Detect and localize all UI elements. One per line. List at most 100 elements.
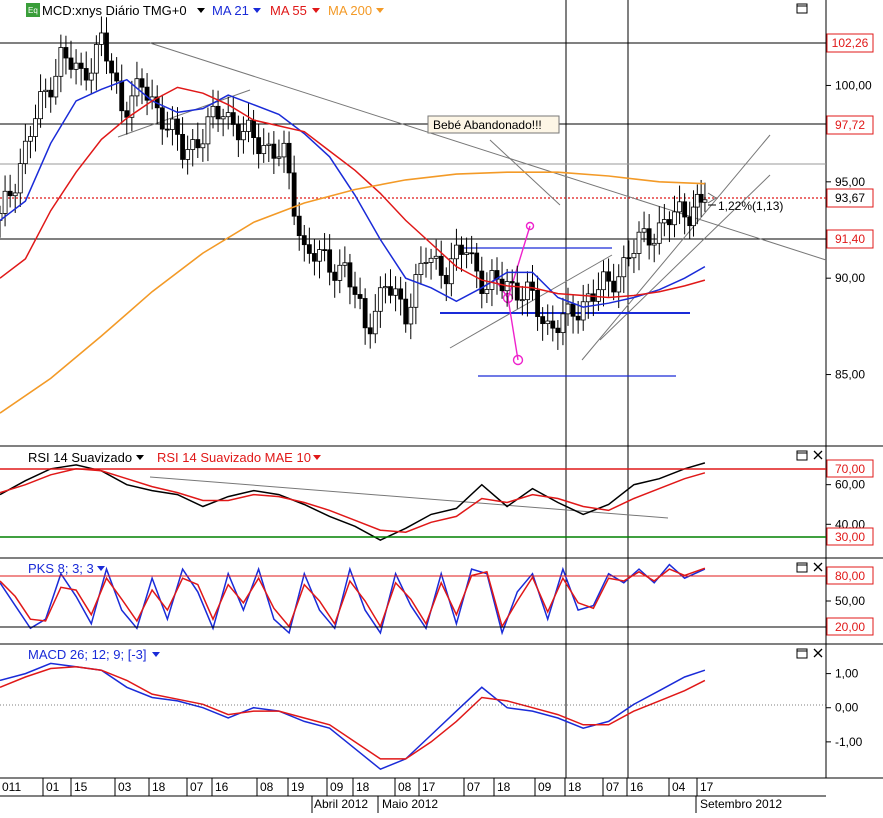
candle-body <box>119 80 125 112</box>
candle-body <box>225 112 231 118</box>
candle-body <box>306 244 312 254</box>
candle-body <box>241 131 246 141</box>
candle-body <box>372 310 378 335</box>
candle-body <box>170 118 175 130</box>
candle-body <box>469 252 475 255</box>
price-label: 97,72 <box>835 118 865 132</box>
rsi-legend: RSI 14 Suavizado RSI 14 Suavizado MAE 10 <box>28 450 321 465</box>
maximize-icon[interactable] <box>796 3 808 14</box>
candle-body <box>271 143 277 159</box>
x-tick-label: 09 <box>538 780 552 794</box>
candle-body <box>388 286 393 296</box>
candle-body <box>109 60 114 74</box>
candle-body <box>286 142 292 174</box>
candle-body <box>621 257 627 278</box>
ma21-legend[interactable]: MA 21 <box>212 3 249 18</box>
candle-body <box>464 252 469 255</box>
candle-body <box>474 252 480 272</box>
candle-body <box>38 91 43 120</box>
x-tick-label: 18 <box>497 780 511 794</box>
y-tick-label: 50,00 <box>835 594 865 608</box>
candle-body <box>104 32 109 62</box>
candle-body <box>580 301 586 321</box>
candle-body <box>266 143 272 146</box>
maximize-icon[interactable] <box>796 562 808 573</box>
y-tick-label: -1,00 <box>835 735 863 749</box>
month-label: Setembro 2012 <box>700 797 782 811</box>
y-tick-label: 1,00 <box>835 667 859 681</box>
maximize-icon[interactable] <box>796 648 808 659</box>
x-tick-label: 18 <box>152 780 166 794</box>
candle-body <box>124 110 130 118</box>
y-tick-label: 85,00 <box>835 368 865 382</box>
candle-body <box>200 143 206 149</box>
candle-body <box>88 72 94 81</box>
candle-body <box>509 281 515 284</box>
price-label: 91,40 <box>835 232 865 246</box>
candle-body <box>58 47 64 77</box>
candle-body <box>545 320 551 325</box>
candle-body <box>590 293 596 302</box>
candle-body <box>550 320 556 329</box>
candle-body <box>479 270 485 294</box>
candle-body <box>636 231 642 254</box>
ma55-legend[interactable]: MA 55 <box>270 3 307 18</box>
candle-body <box>540 316 546 325</box>
maximize-icon[interactable] <box>796 450 808 461</box>
candle-body <box>514 282 520 301</box>
candle-body <box>555 327 561 334</box>
candle-body <box>337 264 343 281</box>
ma200-legend[interactable]: MA 200 <box>328 3 372 18</box>
candle-body <box>210 105 216 118</box>
candle-body <box>698 193 704 203</box>
candle-body <box>185 149 191 160</box>
rsi-title[interactable]: RSI 14 Suavizado <box>28 450 132 465</box>
rsi-signal-title[interactable]: RSI 14 Suavizado MAE 10 <box>157 450 311 465</box>
candle-body <box>256 137 262 155</box>
candle-body <box>428 257 434 263</box>
x-tick-label: 16 <box>630 780 644 794</box>
x-tick-label: 04 <box>672 780 686 794</box>
candle-body <box>443 275 449 285</box>
candle-body <box>672 211 677 226</box>
candle-body <box>403 298 409 325</box>
candle-body <box>357 294 363 299</box>
candle-body <box>327 249 333 273</box>
candle-body <box>195 139 201 149</box>
svg-text:Eq: Eq <box>28 6 38 15</box>
candle-body <box>484 289 490 294</box>
candle-body <box>261 145 267 155</box>
annotation-box[interactable]: Bebé Abandonado!!! <box>427 115 560 134</box>
candle-body <box>28 136 33 142</box>
x-tick-label: 03 <box>118 780 132 794</box>
candle-body <box>347 262 353 288</box>
candle-body <box>433 255 439 259</box>
candle-body <box>661 219 667 224</box>
x-tick-label: 17 <box>700 780 714 794</box>
candle-body <box>114 72 120 82</box>
x-tick-label: 07 <box>606 780 620 794</box>
stoch-title[interactable]: PKS 8; 3; 3 <box>28 561 94 576</box>
candle-body <box>565 303 571 315</box>
y-tick-label: 60,00 <box>835 478 865 492</box>
x-tick-label: 08 <box>260 780 274 794</box>
candle-body <box>687 216 693 227</box>
y-tick-label: 100,00 <box>835 78 872 92</box>
annotation-text: Bebé Abandonado!!! <box>433 118 542 132</box>
candle-body <box>12 192 18 197</box>
candle-body <box>570 303 576 317</box>
candle-body <box>459 244 464 255</box>
chart-title[interactable]: MCD:xnys Diário TMG+0 <box>42 3 187 18</box>
candle-body <box>2 190 8 214</box>
candle-body <box>352 286 358 295</box>
candle-body <box>651 242 657 246</box>
macd-title[interactable]: MACD 26; 12; 9; [-3] <box>28 647 147 662</box>
candle-body <box>63 47 69 59</box>
candle-body <box>220 116 226 120</box>
candle-body <box>317 249 322 262</box>
candle-body <box>423 262 429 264</box>
candle-body <box>7 190 13 197</box>
candle-body <box>631 253 637 259</box>
y-tick-label: 0,00 <box>835 701 859 715</box>
x-tick-label: 07 <box>467 780 481 794</box>
